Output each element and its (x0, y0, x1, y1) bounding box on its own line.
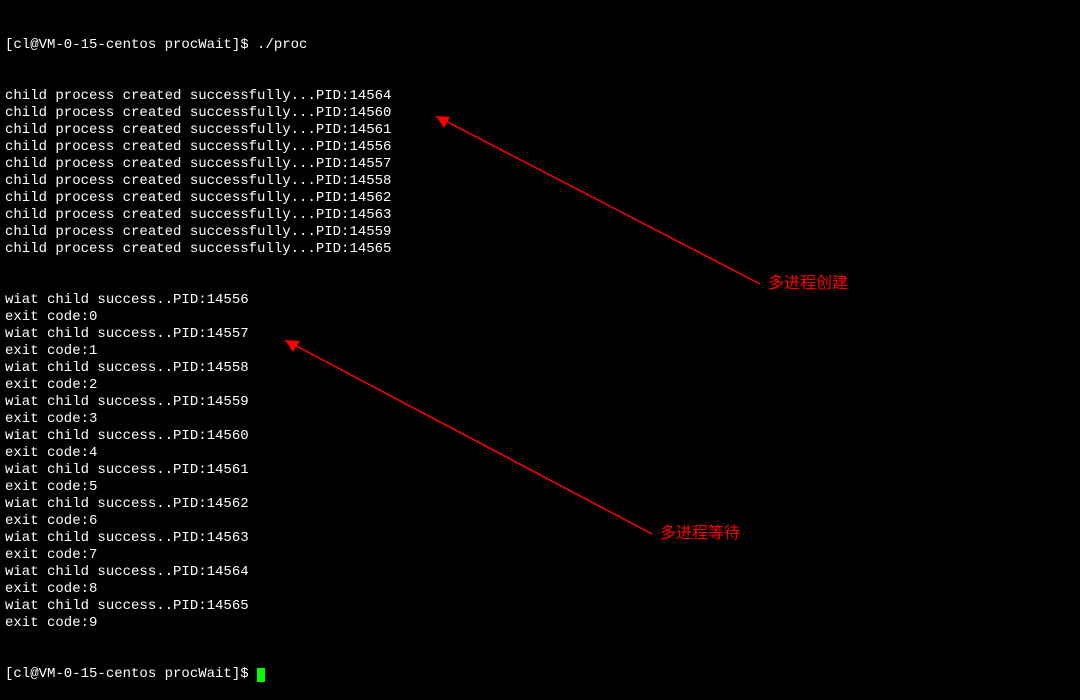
wait-line: wiat child success..PID:14561 (5, 462, 1075, 479)
created-line: child process created successfully...PID… (5, 122, 1075, 139)
created-line: child process created successfully...PID… (5, 190, 1075, 207)
created-line: child process created successfully...PID… (5, 173, 1075, 190)
command-text: ./proc (257, 37, 307, 53)
created-line: child process created successfully...PID… (5, 156, 1075, 173)
prompt-end-text: [cl@VM-0-15-centos procWait]$ (5, 666, 249, 682)
exit-line: exit code:1 (5, 343, 1075, 360)
exit-line: exit code:7 (5, 547, 1075, 564)
exit-line: exit code:9 (5, 615, 1075, 632)
exit-line: exit code:8 (5, 581, 1075, 598)
exit-line: exit code:6 (5, 513, 1075, 530)
exit-line: exit code:4 (5, 445, 1075, 462)
wait-line: wiat child success..PID:14559 (5, 394, 1075, 411)
exit-line: exit code:3 (5, 411, 1075, 428)
wait-line: wiat child success..PID:14565 (5, 598, 1075, 615)
wait-line: wiat child success..PID:14556 (5, 292, 1075, 309)
created-line: child process created successfully...PID… (5, 105, 1075, 122)
created-line: child process created successfully...PID… (5, 241, 1075, 258)
wait-line: wiat child success..PID:14563 (5, 530, 1075, 547)
wait-line: wiat child success..PID:14562 (5, 496, 1075, 513)
created-line: child process created successfully...PID… (5, 207, 1075, 224)
exit-line: exit code:0 (5, 309, 1075, 326)
annotation-create: 多进程创建 (768, 275, 848, 292)
terminal-output[interactable]: [cl@VM-0-15-centos procWait]$ ./proc chi… (5, 3, 1075, 700)
created-line: child process created successfully...PID… (5, 88, 1075, 105)
wait-line: wiat child success..PID:14560 (5, 428, 1075, 445)
prompt-line: [cl@VM-0-15-centos procWait]$ ./proc (5, 37, 1075, 54)
wait-line: wiat child success..PID:14557 (5, 326, 1075, 343)
cursor-icon (257, 668, 265, 682)
wait-line: wiat child success..PID:14558 (5, 360, 1075, 377)
created-line: child process created successfully...PID… (5, 224, 1075, 241)
prompt-text: [cl@VM-0-15-centos procWait]$ (5, 37, 249, 53)
exit-line: exit code:2 (5, 377, 1075, 394)
exit-line: exit code:5 (5, 479, 1075, 496)
annotation-wait: 多进程等待 (660, 525, 740, 542)
created-line: child process created successfully...PID… (5, 139, 1075, 156)
wait-line: wiat child success..PID:14564 (5, 564, 1075, 581)
prompt-end-line[interactable]: [cl@VM-0-15-centos procWait]$ (5, 666, 1075, 683)
